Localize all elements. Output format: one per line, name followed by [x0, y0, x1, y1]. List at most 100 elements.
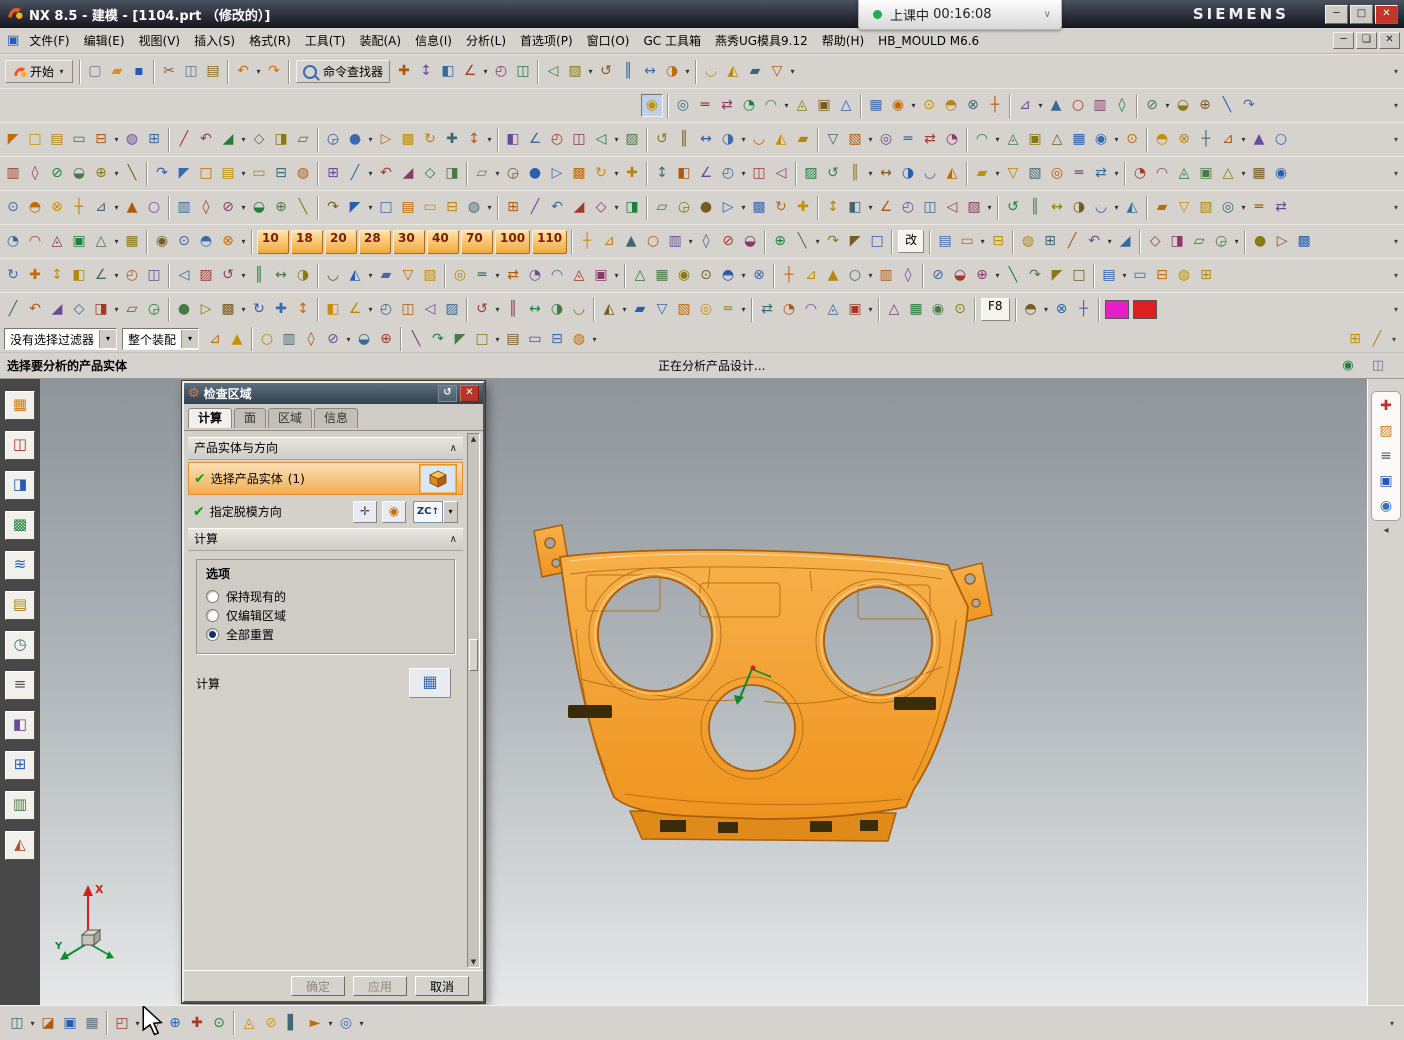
resource-icon[interactable]: ▥: [5, 791, 35, 820]
dropdown-arrow-icon[interactable]: ▾: [978, 237, 987, 246]
toolbar-icon[interactable]: ◭: [345, 265, 365, 286]
class-timer-overlay[interactable]: 上课中 00:16:08 ∨: [858, 0, 1062, 30]
statusbar-icon[interactable]: ◰: [112, 1013, 132, 1034]
toolbar-icon[interactable]: ◧: [503, 129, 523, 150]
toolbar-icon[interactable]: ⇄: [920, 129, 940, 150]
toolbar-icon[interactable]: ↺: [218, 265, 238, 286]
resource-icon[interactable]: ◧: [5, 711, 35, 740]
mdi-minimize-button[interactable]: ─: [1333, 32, 1354, 49]
toolbar-icon[interactable]: ⊕: [91, 163, 111, 184]
toolbar-icon[interactable]: ✚: [442, 129, 462, 150]
toolbar-icon[interactable]: ◶: [144, 299, 164, 320]
statusbar-icon[interactable]: ⊙: [209, 1013, 229, 1034]
dropdown-arrow-icon[interactable]: ▾: [239, 271, 248, 280]
toolbar-icon[interactable]: ⊙: [1122, 129, 1142, 150]
toolbar-overflow-icon[interactable]: ▾: [1390, 67, 1402, 76]
toolbar-icon[interactable]: ◫: [513, 61, 533, 82]
mdi-restore-button[interactable]: ❏: [1356, 32, 1377, 49]
dropdown-arrow-icon[interactable]: ▾: [112, 203, 121, 212]
toolbar-icon[interactable]: ◉: [928, 299, 948, 320]
toolbar-icon[interactable]: ⊟: [442, 197, 462, 218]
toolbar-icon[interactable]: ◓: [1021, 299, 1041, 320]
toolbar-icon[interactable]: ◁: [771, 163, 791, 184]
cut-icon[interactable]: ✂: [159, 61, 179, 82]
toolbar-icon[interactable]: ⊿: [1218, 129, 1238, 150]
toolbar-icon[interactable]: ∠: [876, 197, 896, 218]
toolbar-icon[interactable]: ◢: [1115, 231, 1135, 252]
toolbar-icon[interactable]: ▧: [845, 129, 865, 150]
scrollbar-thumb[interactable]: [469, 639, 478, 671]
toolbar-icon[interactable]: ◉: [1091, 129, 1111, 150]
selection-tool-icon[interactable]: ◤: [450, 329, 470, 350]
dropdown-arrow-icon[interactable]: ▾: [1042, 305, 1051, 314]
toolbar-icon[interactable]: ╲: [122, 163, 142, 184]
toolbar-icon[interactable]: ◑: [718, 129, 738, 150]
chevron-down-icon[interactable]: ∨: [1044, 9, 1051, 20]
toolbar-icon[interactable]: ↕: [464, 129, 484, 150]
thickness-button[interactable]: 10: [257, 230, 289, 254]
toolbar-icon[interactable]: ⊗: [218, 231, 238, 252]
toolbar-overflow-icon[interactable]: ▾: [1390, 135, 1402, 144]
toolbar-icon[interactable]: ┼: [985, 95, 1005, 116]
selection-tool-icon[interactable]: ↷: [428, 329, 448, 350]
toolbar-icon[interactable]: ⊘: [928, 265, 948, 286]
toolbar-icon[interactable]: ○: [144, 197, 164, 218]
toolbar-icon[interactable]: ▱: [652, 197, 672, 218]
dropdown-arrow-icon[interactable]: ▾: [782, 101, 791, 110]
toolbar-icon[interactable]: ◬: [792, 95, 812, 116]
toolbar-icon[interactable]: ▤: [1099, 265, 1119, 286]
toolbar-icon[interactable]: ▷: [1272, 231, 1292, 252]
toolbar-icon[interactable]: ◑: [547, 299, 567, 320]
dropdown-arrow-icon[interactable]: ▾: [683, 67, 692, 76]
toolbar-icon[interactable]: ⇄: [717, 95, 737, 116]
toolbar-icon[interactable]: ⊟: [1152, 265, 1172, 286]
new-file-icon[interactable]: ▢: [85, 61, 105, 82]
toolbar-icon[interactable]: ◓: [196, 231, 216, 252]
toolbar-icon[interactable]: ◴: [547, 129, 567, 150]
selection-tool-icon[interactable]: ◒: [354, 329, 374, 350]
toolbar-icon[interactable]: ↺: [596, 61, 616, 82]
toolbar-icon[interactable]: ◭: [723, 61, 743, 82]
toolbar-icon[interactable]: ↕: [47, 265, 67, 286]
chevron-down-icon[interactable]: ▾: [181, 330, 198, 348]
selection-tool-icon[interactable]: ╲: [406, 329, 426, 350]
toolbar-icon[interactable]: ▩: [1294, 231, 1314, 252]
toolbar-icon[interactable]: ╱: [174, 129, 194, 150]
toolbar-icon[interactable]: ▽: [823, 129, 843, 150]
toolbar-icon[interactable]: ▭: [69, 129, 89, 150]
f8-view-button[interactable]: F8: [981, 298, 1010, 321]
radio-icon[interactable]: [206, 590, 219, 603]
toolbar-icon[interactable]: ▧: [420, 265, 440, 286]
dropdown-arrow-icon[interactable]: ▾: [366, 271, 375, 280]
toolbar-icon[interactable]: ◶: [323, 129, 343, 150]
toolbar-icon[interactable]: ⊞: [503, 197, 523, 218]
dropdown-arrow-icon[interactable]: ▾: [1239, 135, 1248, 144]
restore-button[interactable]: □: [1350, 5, 1373, 24]
toolbar-icon[interactable]: ↕: [652, 163, 672, 184]
selection-tool-icon[interactable]: ⊘: [323, 329, 343, 350]
part-model[interactable]: [510, 519, 1000, 851]
statusbar-icon[interactable]: ▌: [283, 1013, 303, 1034]
dropdown-arrow-icon[interactable]: ▾: [254, 67, 263, 76]
toolbar-icon[interactable]: ◓: [718, 265, 738, 286]
toolbar-icon[interactable]: ▩: [398, 129, 418, 150]
toolbar-icon[interactable]: ↶: [547, 197, 567, 218]
toolbar-icon[interactable]: ◠: [801, 299, 821, 320]
toolbar-icon[interactable]: ║: [249, 265, 269, 286]
toolbar-icon[interactable]: ⊘: [718, 231, 738, 252]
dropdown-arrow-icon[interactable]: ▾: [493, 169, 502, 178]
toolbar-icon[interactable]: ◶: [1211, 231, 1231, 252]
toolbar-icon[interactable]: ◫: [144, 265, 164, 286]
dropdown-arrow-icon[interactable]: ▾: [866, 135, 875, 144]
toolbar-icon[interactable]: ↕: [293, 299, 313, 320]
toolbar-icon[interactable]: ◬: [1003, 129, 1023, 150]
dropdown-arrow-icon[interactable]: ▾: [739, 271, 748, 280]
toolbar-icon[interactable]: ●: [345, 129, 365, 150]
toolbar-icon[interactable]: ●: [696, 197, 716, 218]
toolbar-icon[interactable]: ◨: [442, 163, 462, 184]
toolbar-icon[interactable]: ↻: [3, 265, 23, 286]
toolbar-icon[interactable]: ↷: [1239, 95, 1259, 116]
toolbar-icon[interactable]: ◑: [1069, 197, 1089, 218]
dropdown-arrow-icon[interactable]: ▾: [612, 169, 621, 178]
toolbar-icon[interactable]: ⊕: [271, 197, 291, 218]
